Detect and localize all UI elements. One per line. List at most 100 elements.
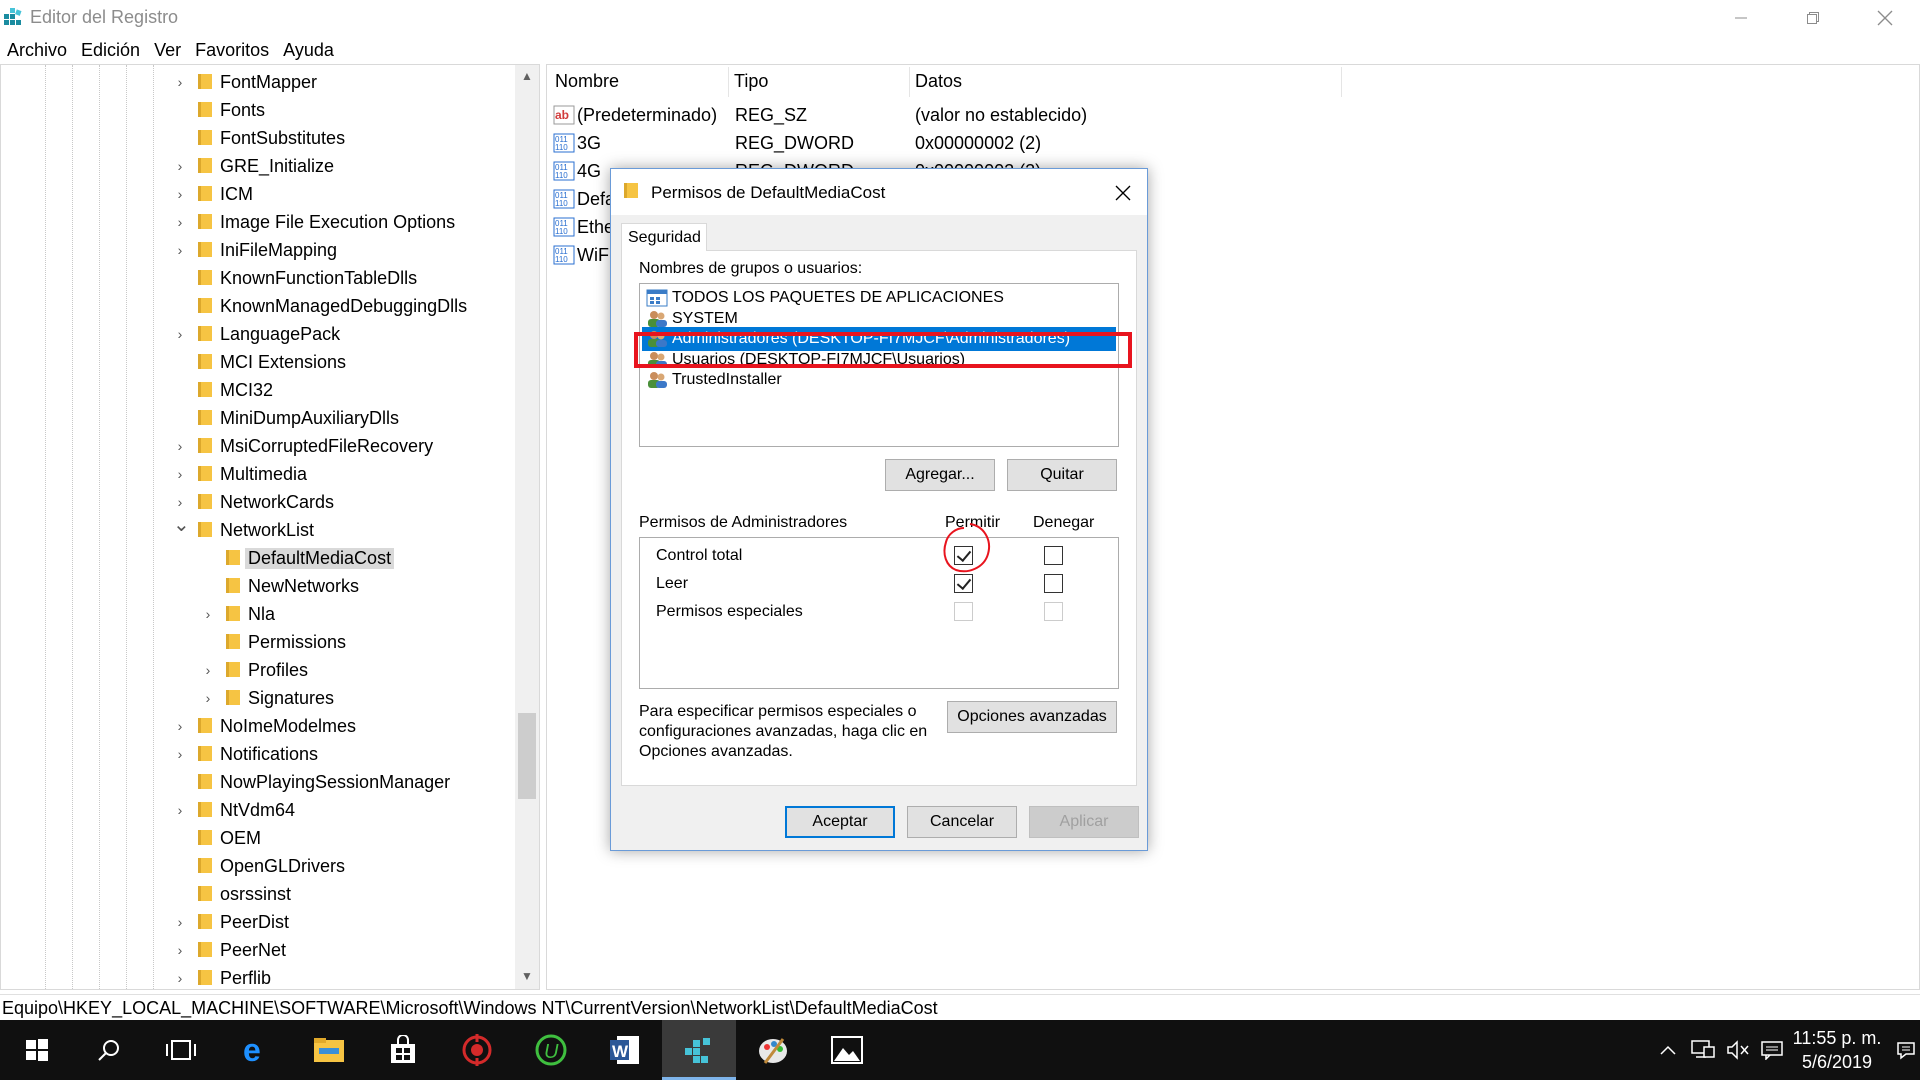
tree-item[interactable]: OpenGLDrivers [1, 852, 511, 880]
tree-item[interactable]: › Signatures [1, 684, 511, 712]
notifications-button[interactable] [1892, 1020, 1920, 1080]
tree-item[interactable]: › PeerNet [1, 936, 511, 964]
menu-favoritos[interactable]: Favoritos [188, 36, 276, 64]
chevron-right-icon[interactable]: › [173, 185, 187, 203]
tree-item[interactable]: FontSubstitutes [1, 124, 511, 152]
tree-item[interactable]: › Nla [1, 600, 511, 628]
chevron-right-icon[interactable]: › [173, 437, 187, 455]
deny-checkbox[interactable] [1044, 546, 1063, 565]
menu-ayuda[interactable]: Ayuda [276, 36, 341, 64]
ok-button[interactable]: Aceptar [785, 806, 895, 838]
remove-button[interactable]: Quitar [1007, 459, 1117, 491]
chevron-right-icon[interactable]: › [173, 745, 187, 763]
tree-item[interactable]: › Image File Execution Options [1, 208, 511, 236]
deny-checkbox[interactable] [1044, 602, 1063, 621]
start-button[interactable] [0, 1020, 74, 1080]
volume-tray-button[interactable] [1722, 1020, 1754, 1080]
paint-button[interactable] [736, 1020, 810, 1080]
chevron-right-icon[interactable]: › [173, 941, 187, 959]
tree-item[interactable]: › MsiCorruptedFileRecovery [1, 432, 511, 460]
tree-item[interactable]: osrssinst [1, 880, 511, 908]
chevron-right-icon[interactable]: › [173, 801, 187, 819]
cancel-button[interactable]: Cancelar [907, 806, 1017, 838]
tree-item[interactable]: Fonts [1, 96, 511, 124]
chevron-right-icon[interactable]: › [173, 213, 187, 231]
regedit-taskbar-button[interactable] [662, 1020, 736, 1080]
tree-item[interactable]: Permissions [1, 628, 511, 656]
tree-item[interactable]: DefaultMediaCost [1, 544, 511, 572]
apply-button[interactable]: Aplicar [1029, 806, 1139, 838]
tree-scrollbar[interactable]: ▲ ▼ [515, 65, 539, 989]
tree-item[interactable]: › ICM [1, 180, 511, 208]
close-button[interactable] [1850, 0, 1920, 36]
photos-button[interactable] [810, 1020, 884, 1080]
network-tray-button[interactable] [1686, 1020, 1720, 1080]
task-view-button[interactable] [144, 1020, 218, 1080]
tree-item[interactable]: MCI32 [1, 376, 511, 404]
tree-item[interactable]: MCI Extensions [1, 348, 511, 376]
menu-edicion[interactable]: Edición [74, 36, 147, 64]
tree-item[interactable]: › NetworkCards [1, 488, 511, 516]
show-hidden-icons-button[interactable] [1652, 1020, 1684, 1080]
chevron-right-icon[interactable]: › [173, 717, 187, 735]
green-u-app-button[interactable]: U [514, 1020, 588, 1080]
tree-item[interactable]: › NtVdm64 [1, 796, 511, 824]
tree-item[interactable]: › FontMapper [1, 68, 511, 96]
chevron-right-icon[interactable]: › [173, 969, 187, 987]
table-row[interactable]: ab (Predeterminado) REG_SZ (valor no establ… [547, 101, 1847, 129]
tree-item[interactable]: › Profiles [1, 656, 511, 684]
user-list-item[interactable]: TrustedInstaller [642, 368, 1116, 392]
tree-item[interactable]: › LanguagePack [1, 320, 511, 348]
column-header-nombre[interactable]: Nombre [555, 71, 619, 95]
tree-item[interactable]: KnownManagedDebuggingDlls [1, 292, 511, 320]
restore-button[interactable] [1778, 0, 1848, 36]
tree-item[interactable]: › GRE_Initialize [1, 152, 511, 180]
tree-item[interactable]: › NoImeModelmes [1, 712, 511, 740]
column-header-tipo[interactable]: Tipo [734, 71, 768, 95]
tree-item[interactable]: › PeerDist [1, 908, 511, 936]
menu-archivo[interactable]: Archivo [0, 36, 74, 64]
allow-checkbox[interactable] [954, 602, 973, 621]
red-app-button[interactable] [440, 1020, 514, 1080]
chevron-right-icon[interactable]: › [201, 661, 215, 679]
chevron-right-icon[interactable]: › [173, 493, 187, 511]
chevron-down-icon[interactable]: ⌄ [173, 515, 190, 535]
tree-item[interactable]: MiniDumpAuxiliaryDlls [1, 404, 511, 432]
chevron-right-icon[interactable]: › [201, 605, 215, 623]
search-button[interactable] [72, 1020, 146, 1080]
chevron-right-icon[interactable]: › [173, 913, 187, 931]
tree-item[interactable]: OEM [1, 824, 511, 852]
tree-item[interactable]: ⌄ NetworkList [1, 515, 511, 544]
chevron-right-icon[interactable]: › [173, 241, 187, 259]
tree-item[interactable]: › Notifications [1, 740, 511, 768]
tree-item[interactable]: › Multimedia [1, 460, 511, 488]
store-button[interactable] [366, 1020, 440, 1080]
chevron-right-icon[interactable]: › [201, 689, 215, 707]
tab-seguridad[interactable]: Seguridad [621, 223, 707, 251]
add-button[interactable]: Agregar... [885, 459, 995, 491]
column-separator[interactable] [909, 67, 910, 97]
scroll-up-arrow-icon[interactable]: ▲ [515, 65, 539, 87]
chevron-right-icon[interactable]: › [173, 157, 187, 175]
table-row[interactable]: 011 110 3G REG_DWORD 0x00000002 (2) [547, 129, 1847, 157]
column-header-datos[interactable]: Datos [915, 71, 962, 95]
word-button[interactable]: W [588, 1020, 662, 1080]
file-explorer-button[interactable] [292, 1020, 366, 1080]
tree-item[interactable]: NowPlayingSessionManager [1, 768, 511, 796]
dialog-close-button[interactable] [1105, 177, 1141, 209]
scrollbar-thumb[interactable] [518, 713, 536, 799]
tree-item[interactable]: › IniFileMapping [1, 236, 511, 264]
registry-tree[interactable]: › FontMapper Fonts FontSubstitutes › GRE_Init… [0, 64, 540, 990]
deny-checkbox[interactable] [1044, 574, 1063, 593]
menu-ver[interactable]: Ver [147, 36, 188, 64]
scroll-down-arrow-icon[interactable]: ▼ [515, 965, 539, 987]
chevron-right-icon[interactable]: › [173, 325, 187, 343]
tree-item[interactable]: NewNetworks [1, 572, 511, 600]
tree-item[interactable]: › Perflib [1, 964, 511, 989]
column-separator[interactable] [1341, 67, 1342, 97]
column-separator[interactable] [728, 67, 729, 97]
chevron-right-icon[interactable]: › [173, 73, 187, 91]
minimize-button[interactable] [1706, 0, 1776, 36]
edge-button[interactable]: e [218, 1020, 292, 1080]
advanced-options-button[interactable]: Opciones avanzadas [947, 701, 1117, 733]
